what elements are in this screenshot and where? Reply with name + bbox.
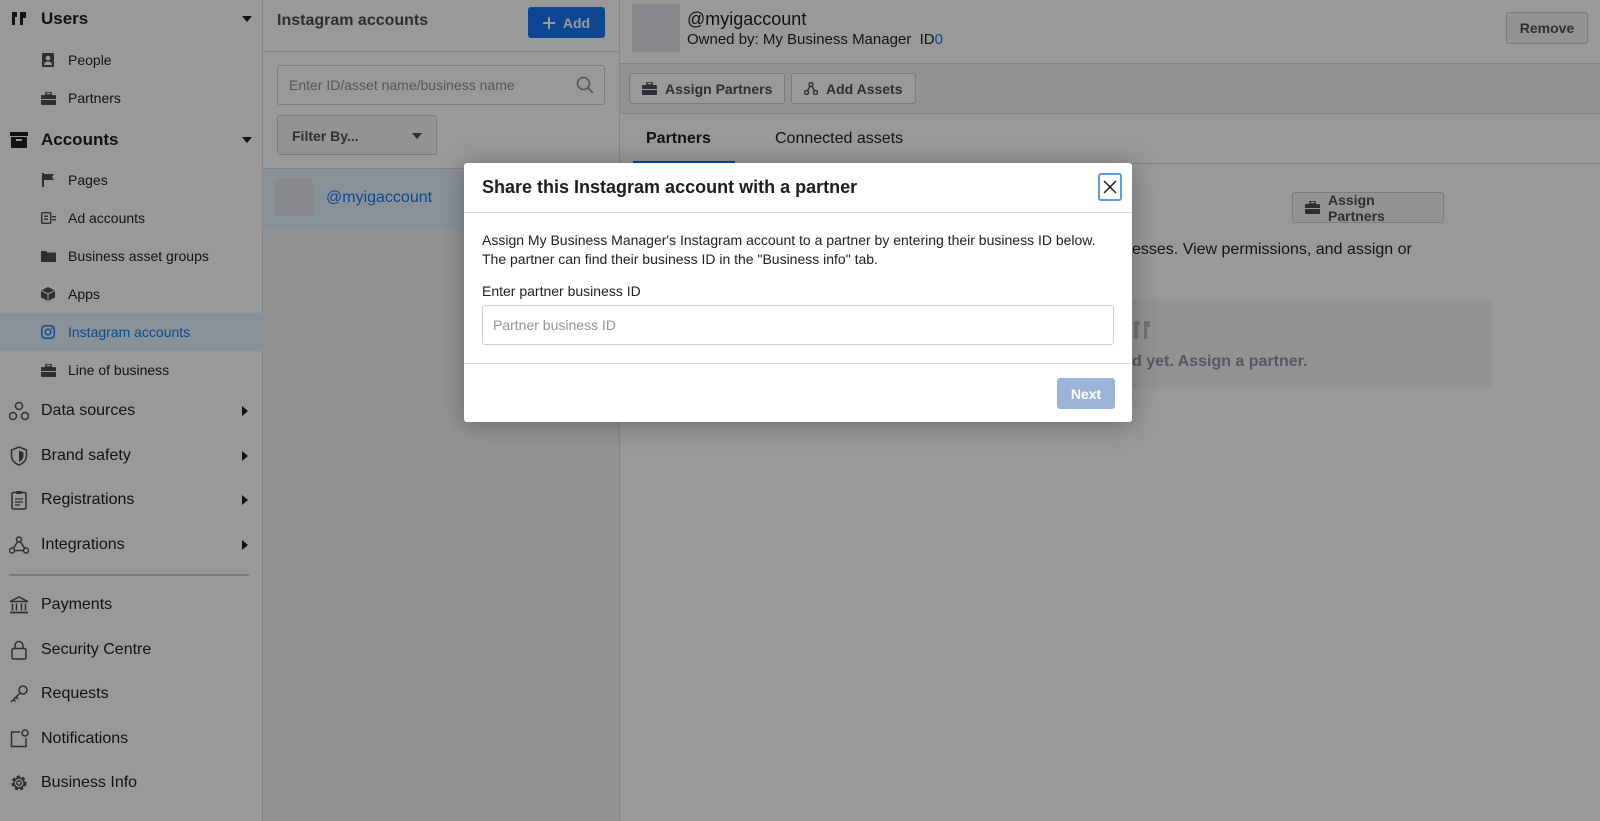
next-button[interactable]: Next — [1057, 378, 1115, 409]
share-partner-dialog: Share this Instagram account with a part… — [464, 163, 1132, 422]
close-icon — [1103, 180, 1117, 194]
dialog-title: Share this Instagram account with a part… — [482, 177, 858, 197]
dialog-footer: Next — [464, 363, 1132, 422]
partner-business-id-input[interactable] — [482, 305, 1114, 345]
dialog-header: Share this Instagram account with a part… — [464, 163, 1132, 213]
partner-id-label: Enter partner business ID — [482, 283, 641, 299]
close-button[interactable] — [1098, 173, 1122, 201]
dialog-description: Assign My Business Manager's Instagram a… — [482, 232, 1096, 267]
